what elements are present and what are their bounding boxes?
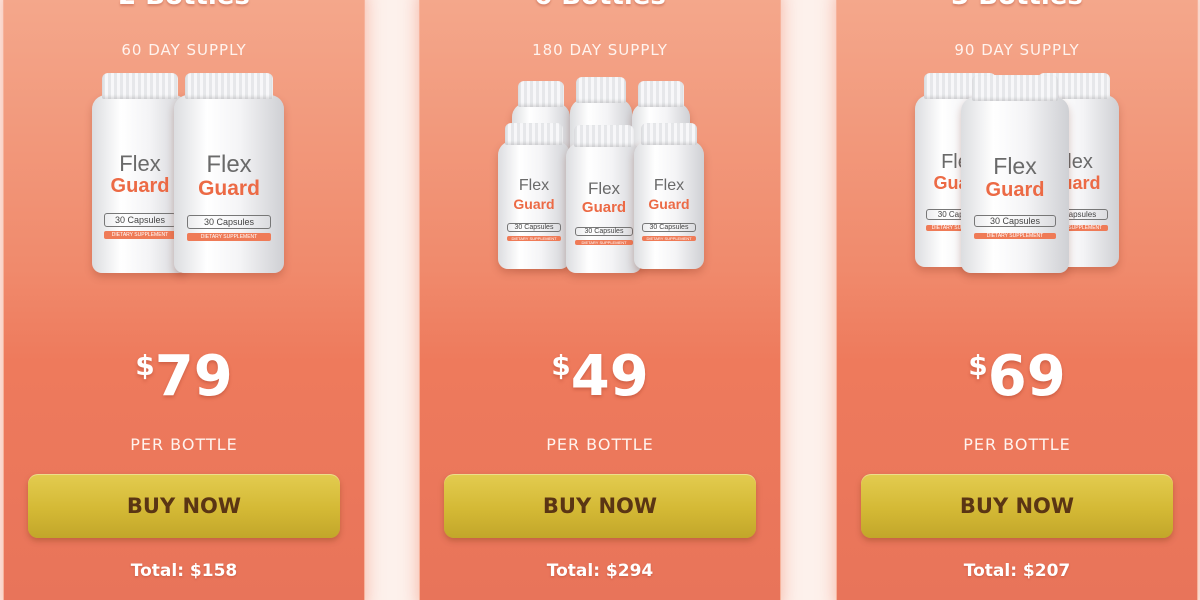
buy-now-button[interactable]: BUY NOW [861,474,1173,538]
card-title: 3 Bottles [837,0,1197,11]
price-per-bottle: $69 [837,345,1197,409]
per-bottle-label: PER BOTTLE [963,435,1071,454]
card-title: 2 Bottles [4,0,364,11]
price-amount: 49 [570,344,649,409]
pricing-card-3-bottles: 3 Bottles 90 DAY SUPPLY Flex Guard 30 Ca… [836,0,1198,600]
product-bottle: Flex Guard 30 Capsules DIETARY SUPPLEMEN… [634,123,704,269]
product-bottles-image: Flex Guard 30 Capsules DIETARY SUPPLEMEN… [420,73,780,283]
buy-now-button[interactable]: BUY NOW [28,474,340,538]
currency-symbol: $ [135,349,155,382]
per-bottle-label: PER BOTTLE [130,435,238,454]
supply-label: 60 DAY SUPPLY [121,41,247,59]
currency-symbol: $ [551,349,571,382]
supply-label: 180 DAY SUPPLY [532,41,668,59]
product-bottles-image: Flex Guard 30 Capsules DIETARY SUPPLEMEN… [837,73,1197,283]
total-price: Total: $158 [130,561,238,581]
pricing-card-6-bottles: 6 Bottles 180 DAY SUPPLY Flex Guard 30 C… [419,0,781,600]
price-amount: 69 [987,344,1066,409]
price-per-bottle: $49 [420,345,780,409]
product-bottle: Flex Guard 30 Capsules DIETARY SUPPLEMEN… [174,73,284,273]
buy-now-button[interactable]: BUY NOW [444,474,756,538]
product-bottle: Flex Guard 30 Capsules DIETARY SUPPLEMEN… [498,123,570,269]
product-bottles-image: Flex Guard 30 Capsules DIETARY SUPPLEMEN… [4,73,364,283]
product-bottle: Flex Guard 30 Capsules DIETARY SUPPLEMEN… [566,125,642,273]
supply-label: 90 DAY SUPPLY [954,41,1080,59]
total-price: Total: $294 [546,561,654,581]
pricing-card-2-bottles: 2 Bottles 60 DAY SUPPLY Flex Guard 30 Ca… [3,0,365,600]
card-title: 6 Bottles [420,0,780,11]
total-price: Total: $207 [963,561,1071,581]
per-bottle-label: PER BOTTLE [546,435,654,454]
price-per-bottle: $79 [4,345,364,409]
price-amount: 79 [154,344,233,409]
product-bottle: Flex Guard 30 Capsules DIETARY SUPPLEMEN… [961,75,1069,273]
currency-symbol: $ [968,349,988,382]
